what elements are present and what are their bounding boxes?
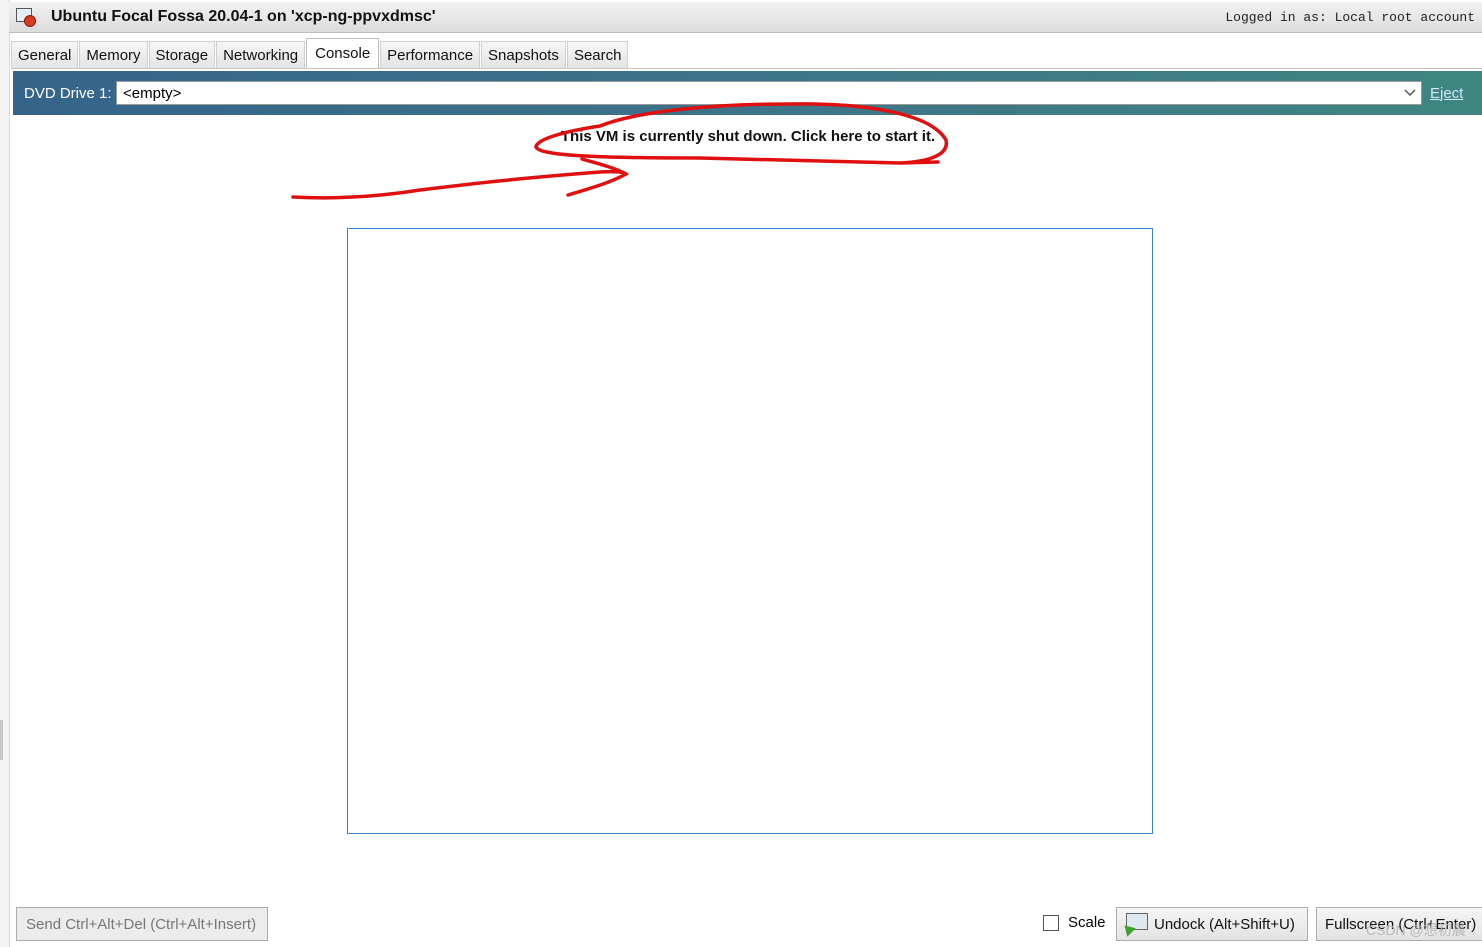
dvd-drive-label: DVD Drive 1:: [24, 84, 112, 102]
dvd-drive-select[interactable]: <empty>: [116, 81, 1422, 105]
tab-networking[interactable]: Networking: [216, 41, 306, 68]
tab-console[interactable]: Console: [306, 38, 380, 68]
tab-divider: [11, 68, 1482, 69]
annotation-arrow: [291, 157, 629, 200]
tab-snapshots[interactable]: Snapshots: [481, 41, 566, 68]
login-status: Logged in as: Local root account: [1225, 9, 1475, 25]
watermark: CSDN @想初晨: [1366, 922, 1466, 938]
console-display[interactable]: [347, 228, 1153, 834]
undock-button[interactable]: Undock (Alt+Shift+U): [1116, 907, 1308, 941]
tab-performance[interactable]: Performance: [380, 41, 481, 68]
tab-general[interactable]: General: [11, 41, 79, 68]
scale-toggle[interactable]: Scale: [1043, 914, 1106, 931]
dvd-drive-value: <empty>: [123, 84, 182, 102]
tab-strip: General Memory Storage Networking Consol…: [11, 38, 629, 68]
undock-icon: [1120, 912, 1148, 937]
start-vm-link[interactable]: This VM is currently shut down. Click he…: [561, 128, 935, 145]
shutdown-message-row: This VM is currently shut down. Click he…: [0, 128, 1482, 145]
send-ctrl-alt-del-button[interactable]: Send Ctrl+Alt+Del (Ctrl+Alt+Insert): [16, 907, 268, 941]
tab-storage[interactable]: Storage: [148, 41, 216, 68]
title-bar: Ubuntu Focal Fossa 20.04-1 on 'xcp-ng-pp…: [9, 2, 1482, 33]
scale-checkbox[interactable]: [1043, 914, 1059, 931]
vm-stopped-icon: [15, 7, 37, 27]
tab-memory[interactable]: Memory: [79, 41, 148, 68]
undock-label: Undock (Alt+Shift+U): [1154, 915, 1295, 933]
eject-link[interactable]: Eject: [1430, 85, 1463, 102]
window-title: Ubuntu Focal Fossa 20.04-1 on 'xcp-ng-pp…: [51, 8, 436, 25]
dvd-drive-bar: DVD Drive 1: <empty> Eject: [13, 71, 1482, 115]
splitter-mark[interactable]: [0, 720, 3, 760]
chevron-down-icon: [1404, 89, 1416, 97]
scale-label: Scale: [1068, 914, 1106, 931]
tab-search[interactable]: Search: [566, 41, 629, 68]
